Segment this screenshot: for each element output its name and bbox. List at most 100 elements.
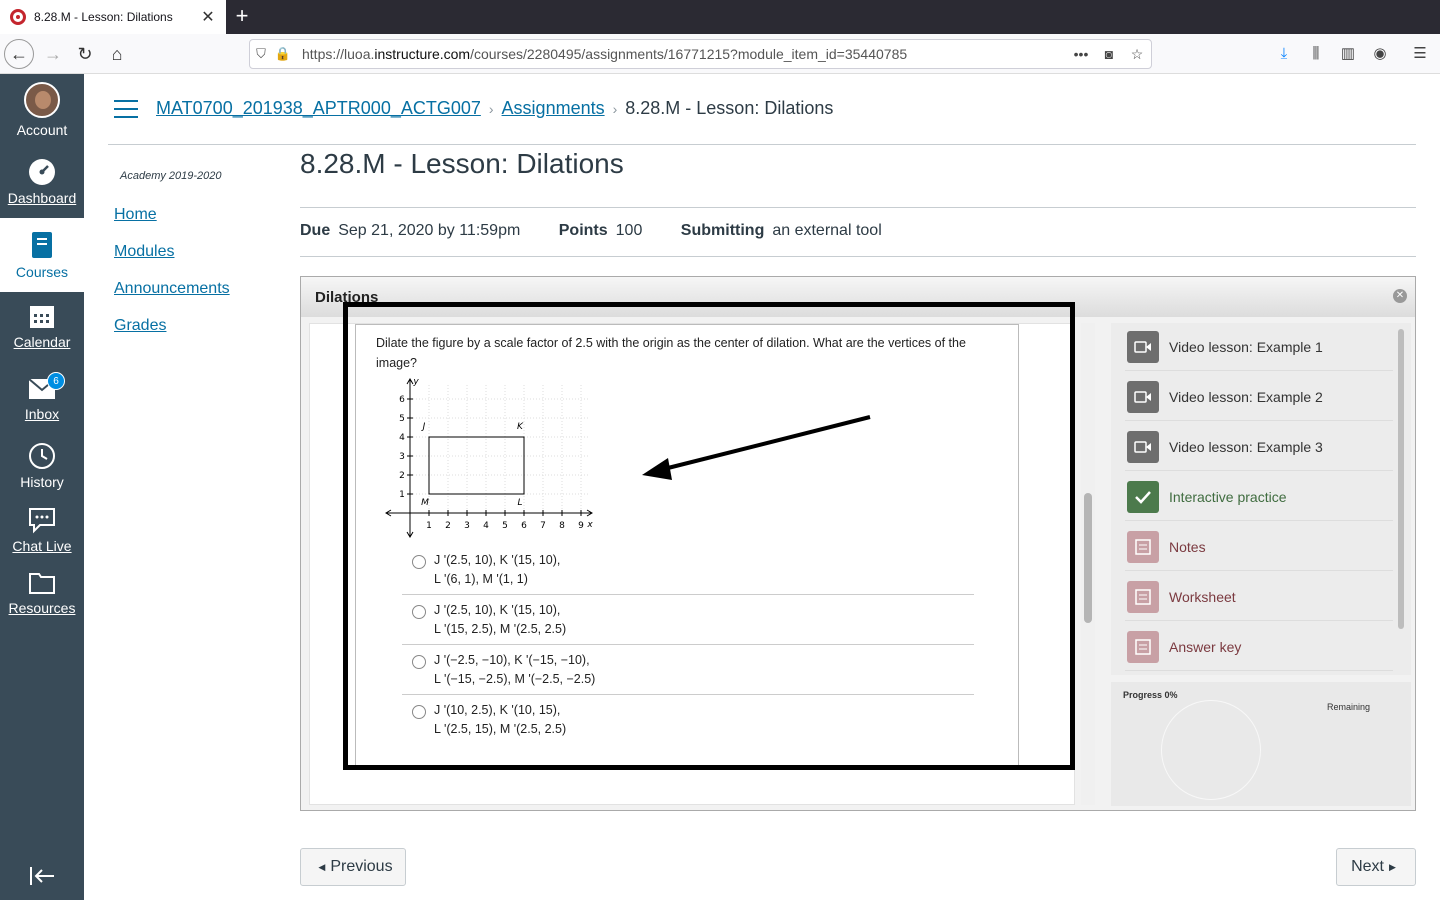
resource-answer-key[interactable]: Answer key xyxy=(1125,623,1393,671)
collapse-nav-icon[interactable] xyxy=(0,864,84,888)
document-icon xyxy=(1127,530,1159,563)
close-icon[interactable]: ✕ xyxy=(1393,289,1407,303)
document-icon xyxy=(1127,630,1159,663)
resource-interactive-practice[interactable]: Interactive practice xyxy=(1125,473,1393,521)
resource-worksheet[interactable]: Worksheet xyxy=(1125,573,1393,621)
remaining-label: Remaining xyxy=(1327,702,1371,712)
checkmark-icon xyxy=(1127,480,1159,513)
shield-icon[interactable]: ⛉ xyxy=(250,46,272,62)
caret-left-icon: ◀ xyxy=(318,861,326,872)
lesson-resources-panel: Video lesson: Example 1 Video lesson: Ex… xyxy=(1111,323,1411,675)
title-divider xyxy=(300,207,1416,208)
breadcrumb-chevron-icon: › xyxy=(488,101,494,117)
points-label: Points xyxy=(558,222,608,239)
pocket-icon[interactable]: ◙ xyxy=(1095,46,1123,62)
resource-notes[interactable]: Notes xyxy=(1125,523,1393,571)
nav-inbox[interactable]: 6 Inbox xyxy=(0,372,84,422)
canvas-favicon-icon xyxy=(10,9,26,25)
nav-history-label: History xyxy=(20,474,64,490)
video-camera-icon xyxy=(1127,380,1159,413)
nav-chat-live[interactable]: Chat Live xyxy=(0,506,84,554)
nav-history[interactable]: History xyxy=(0,442,84,490)
resource-video-example-3[interactable]: Video lesson: Example 3 xyxy=(1125,423,1393,471)
course-nav-home[interactable]: Home xyxy=(114,206,157,224)
account-circle-icon[interactable]: ◉ xyxy=(1370,44,1390,64)
resource-video-example-1[interactable]: Video lesson: Example 1 xyxy=(1125,323,1393,371)
due-value: Sep 21, 2020 by 11:59pm xyxy=(338,222,521,239)
browser-tab-bar: 8.28.M - Lesson: Dilations ✕ + xyxy=(0,0,1440,34)
library-icon[interactable]: ⫼ xyxy=(1306,44,1326,64)
course-menu-hamburger-icon[interactable] xyxy=(114,100,138,120)
calendar-icon xyxy=(30,306,54,328)
global-navigation: Account Dashboard Courses Calendar 6 Inb… xyxy=(0,74,84,900)
progress-label: Progress 0% xyxy=(1123,690,1178,700)
points-value: 100 xyxy=(615,222,643,239)
new-tab-icon[interactable]: + xyxy=(230,4,254,28)
folder-icon xyxy=(29,573,55,594)
course-nav-grades[interactable]: Grades xyxy=(114,317,166,335)
breadcrumb-course[interactable]: MAT0700_201938_APTR000_ACTG007 xyxy=(156,98,481,118)
nav-calendar-label: Calendar xyxy=(13,334,71,350)
sidebar-icon[interactable]: ▥ xyxy=(1338,44,1358,64)
breadcrumb-chevron-icon: › xyxy=(612,101,618,117)
bookmark-star-icon[interactable]: ☆ xyxy=(1123,46,1151,63)
video-camera-icon xyxy=(1127,330,1159,363)
url-text: https://luoa.instructure.com/courses/228… xyxy=(302,46,908,62)
video-camera-icon xyxy=(1127,430,1159,463)
question-scrollbar[interactable] xyxy=(1081,323,1095,805)
next-button[interactable]: Next ▶ xyxy=(1336,848,1416,886)
breadcrumb: MAT0700_201938_APTR000_ACTG007 › Assignmen… xyxy=(156,98,833,119)
history-clock-icon xyxy=(29,443,55,469)
resources-scrollbar[interactable] xyxy=(1398,329,1404,629)
browser-toolbar: ← → ↻ ⌂ ⛉ 🔒 https://luoa.instructure.com… xyxy=(0,34,1440,74)
nav-inbox-label: Inbox xyxy=(24,406,60,422)
next-label: Next xyxy=(1351,858,1384,875)
annotation-arrow-icon xyxy=(642,415,871,480)
course-nav-modules[interactable]: Modules xyxy=(114,243,174,261)
annotation-highlight-box xyxy=(343,302,1075,770)
previous-button[interactable]: ◀ Previous xyxy=(300,848,406,886)
resource-label: Worksheet xyxy=(1169,588,1236,605)
reload-icon[interactable]: ↻ xyxy=(70,39,100,69)
nav-account-label: Account xyxy=(16,122,68,138)
resource-label: Answer key xyxy=(1169,638,1242,655)
forward-arrow-icon[interactable]: → xyxy=(38,39,68,69)
nav-chat-live-label: Chat Live xyxy=(12,538,72,554)
nav-account[interactable]: Account xyxy=(0,82,84,138)
avatar xyxy=(24,82,60,118)
address-bar[interactable]: ⛉ 🔒 https://luoa.instructure.com/courses… xyxy=(249,39,1152,69)
resource-label: Interactive practice xyxy=(1169,488,1287,505)
browser-tab[interactable]: 8.28.M - Lesson: Dilations ✕ xyxy=(0,0,226,34)
resource-label: Notes xyxy=(1169,538,1206,555)
nav-dashboard[interactable]: Dashboard xyxy=(0,158,84,206)
back-arrow-icon[interactable]: ← xyxy=(4,39,34,69)
courses-book-icon xyxy=(32,232,52,258)
home-icon[interactable]: ⌂ xyxy=(102,39,132,69)
details-divider xyxy=(300,256,1416,257)
scrollbar-thumb[interactable] xyxy=(1084,493,1092,623)
downloads-icon[interactable]: ⤓ xyxy=(1274,44,1294,64)
course-nav-announcements[interactable]: Announcements xyxy=(114,280,230,298)
progress-panel: Progress 0% Remaining xyxy=(1111,682,1411,806)
more-actions-icon[interactable]: ••• xyxy=(1067,46,1095,62)
breadcrumb-assignments[interactable]: Assignments xyxy=(502,98,605,118)
tab-title: 8.28.M - Lesson: Dilations xyxy=(34,10,173,24)
close-tab-icon[interactable]: ✕ xyxy=(200,7,216,27)
menu-icon[interactable]: ☰ xyxy=(1410,44,1430,64)
previous-label: Previous xyxy=(330,858,393,875)
due-label: Due xyxy=(300,222,331,239)
nav-resources-label: Resources xyxy=(8,600,76,616)
nav-calendar[interactable]: Calendar xyxy=(0,302,84,350)
document-icon xyxy=(1127,580,1159,613)
resource-label: Video lesson: Example 1 xyxy=(1169,338,1323,355)
submitting-value: an external tool xyxy=(772,222,882,239)
resource-video-example-2[interactable]: Video lesson: Example 2 xyxy=(1125,373,1393,421)
resource-label: Video lesson: Example 3 xyxy=(1169,438,1323,455)
nav-courses[interactable]: Courses xyxy=(0,218,84,292)
nav-resources[interactable]: Resources xyxy=(0,568,84,616)
lock-icon[interactable]: 🔒 xyxy=(272,46,294,62)
chat-bubble-icon xyxy=(29,508,55,534)
course-term: Academy 2019-2020 xyxy=(120,170,222,182)
caret-right-icon: ▶ xyxy=(1388,861,1396,872)
dashboard-icon xyxy=(29,159,55,185)
